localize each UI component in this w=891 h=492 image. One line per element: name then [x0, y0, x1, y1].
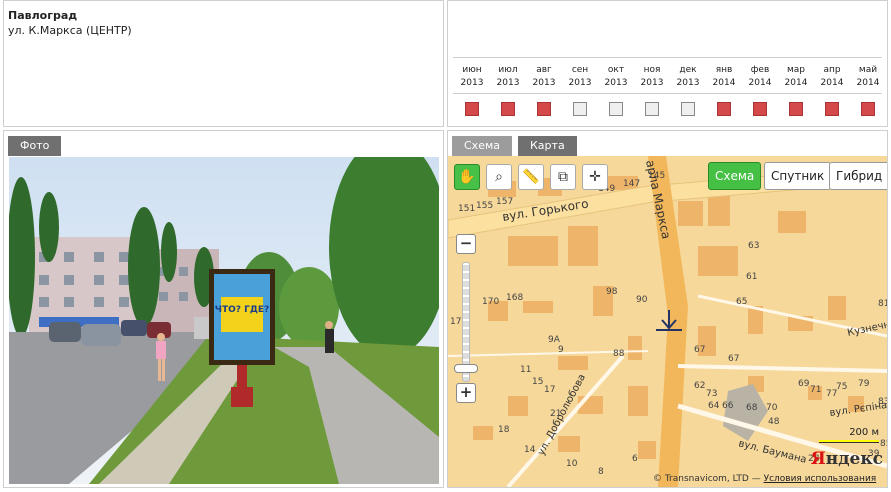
calendar-month: сен 2013 — [568, 65, 592, 88]
house-number: 157 — [496, 197, 513, 207]
calendar-month: фев 2014 — [748, 65, 772, 88]
calendar-month: янв 2014 — [712, 65, 736, 88]
house-number: 18 — [498, 425, 510, 435]
house-number: 155 — [476, 201, 493, 211]
house-number: 15 — [532, 377, 543, 387]
house-number: 9А — [548, 335, 561, 345]
house-number: 147 — [623, 179, 640, 189]
map-type-scheme-button[interactable]: Схема — [708, 162, 762, 190]
calendar-month: июн 2013 — [460, 65, 484, 88]
ruler-icon[interactable]: 📏 — [518, 164, 544, 190]
house-number: 98 — [606, 287, 618, 297]
house-number: 66 — [722, 401, 734, 411]
calendar-month: апр 2014 — [820, 65, 844, 88]
map-scale-bar — [819, 440, 879, 443]
house-number: 69 — [798, 379, 810, 389]
calendar-status-free[interactable] — [681, 102, 695, 116]
map-type-hybrid-button[interactable]: Гибрид — [829, 162, 887, 190]
copyright-text: © Transnavicom, LTD — — [653, 474, 761, 484]
house-number: 85 — [880, 439, 887, 449]
calendar-status-free[interactable] — [573, 102, 587, 116]
house-number: 73 — [706, 389, 717, 399]
center-icon[interactable]: ✛ — [582, 164, 608, 190]
house-number: 21 — [550, 409, 561, 419]
house-number: 67 — [694, 345, 705, 355]
house-number: 65 — [736, 297, 747, 307]
photo-panel: Фото ЧТО? ГДЕ? — [3, 130, 444, 488]
zoom-in-button[interactable]: + — [456, 383, 476, 403]
house-number: 9 — [558, 345, 564, 355]
map-scale-label: 200 м — [849, 427, 879, 438]
map-graphics: вул. Горького арла Маркса ул. Добролюбов… — [448, 156, 887, 487]
calendar-status-busy[interactable] — [537, 102, 551, 116]
house-number: 90 — [636, 295, 648, 305]
house-number: 151 — [458, 204, 475, 214]
calendar-month: авг 2013 — [532, 65, 556, 88]
calendar-divider-mid — [453, 93, 882, 94]
house-number: 81 — [878, 299, 887, 309]
map-panel: Схема Карта вул. Горького арла Маркса ул… — [447, 130, 888, 488]
house-number: 10 — [566, 459, 578, 469]
calendar-month: мар 2014 — [784, 65, 808, 88]
house-number: 88 — [613, 349, 625, 359]
house-number: 48 — [768, 417, 780, 427]
yandex-logo: Яндекс — [810, 449, 883, 469]
city-name: Павлоград — [8, 9, 78, 22]
house-number: 63 — [748, 241, 759, 251]
house-number: 14 — [524, 445, 536, 455]
house-number: 170 — [482, 297, 499, 307]
map-type-satellite-button[interactable]: Спутник — [764, 162, 832, 190]
location-info-panel: Павлоград ул. К.Маркса (ЦЕНТР) — [3, 0, 444, 127]
calendar-status-busy[interactable] — [465, 102, 479, 116]
billboard-text: ЧТО? ГДЕ? — [215, 305, 270, 315]
calendar-status-busy[interactable] — [789, 102, 803, 116]
map-canvas[interactable]: вул. Горького арла Маркса ул. Добролюбов… — [448, 156, 887, 487]
calendar-status-busy[interactable] — [861, 102, 875, 116]
house-number: 70 — [766, 403, 778, 413]
calendar-status-busy[interactable] — [717, 102, 731, 116]
calendar-month: ноя 2013 — [640, 65, 664, 88]
house-number: 79 — [858, 379, 870, 389]
street-photo-image: ЧТО? ГДЕ? — [9, 157, 439, 484]
house-number: 64 — [708, 401, 720, 411]
billboard-photo: ЧТО? ГДЕ? — [9, 157, 439, 484]
address: ул. К.Маркса (ЦЕНТР) — [8, 24, 132, 37]
map-copyright: © Transnavicom, LTD — Условия использова… — [653, 474, 876, 484]
tab-photo[interactable]: Фото — [8, 136, 62, 156]
house-number: 61 — [746, 272, 757, 282]
calendar-status-free[interactable] — [609, 102, 623, 116]
calendar-status-busy[interactable] — [753, 102, 767, 116]
calendar-month: июл 2013 — [496, 65, 520, 88]
house-number: 67 — [728, 354, 739, 364]
calendar-month: окт 2013 — [604, 65, 628, 88]
terms-link[interactable]: Условия использования — [764, 474, 877, 484]
house-number: 11 — [520, 365, 531, 375]
house-number: 17 — [544, 385, 555, 395]
calendar-status-busy[interactable] — [501, 102, 515, 116]
layers-icon[interactable]: ⧉ — [550, 164, 576, 190]
calendar-status-free[interactable] — [645, 102, 659, 116]
house-number: 75 — [836, 382, 847, 392]
calendar-divider-top — [453, 57, 882, 58]
house-number: 62 — [694, 381, 705, 391]
house-number: 6 — [632, 454, 638, 464]
house-number: 83 — [878, 397, 887, 407]
calendar-month: май 2014 — [856, 65, 880, 88]
house-number: 71 — [810, 385, 821, 395]
house-number: 8 — [598, 467, 604, 477]
calendar-status-busy[interactable] — [825, 102, 839, 116]
hand-tool-icon[interactable]: ✋ — [454, 164, 480, 190]
zoom-out-button[interactable]: − — [456, 234, 476, 254]
zoom-area-icon[interactable]: ⌕ — [486, 164, 512, 190]
house-number: 68 — [746, 403, 758, 413]
calendar-month: дек 2013 — [676, 65, 700, 88]
house-number: 145 — [648, 171, 665, 181]
availability-calendar: июн 2013 июл 2013 авг 2013 сен 2013 окт 2013 ноя 20… — [447, 0, 888, 127]
tab-scheme[interactable]: Схема — [452, 136, 512, 156]
house-number: 168 — [506, 293, 523, 303]
tab-map[interactable]: Карта — [518, 136, 577, 156]
zoom-slider-handle[interactable] — [454, 364, 478, 373]
